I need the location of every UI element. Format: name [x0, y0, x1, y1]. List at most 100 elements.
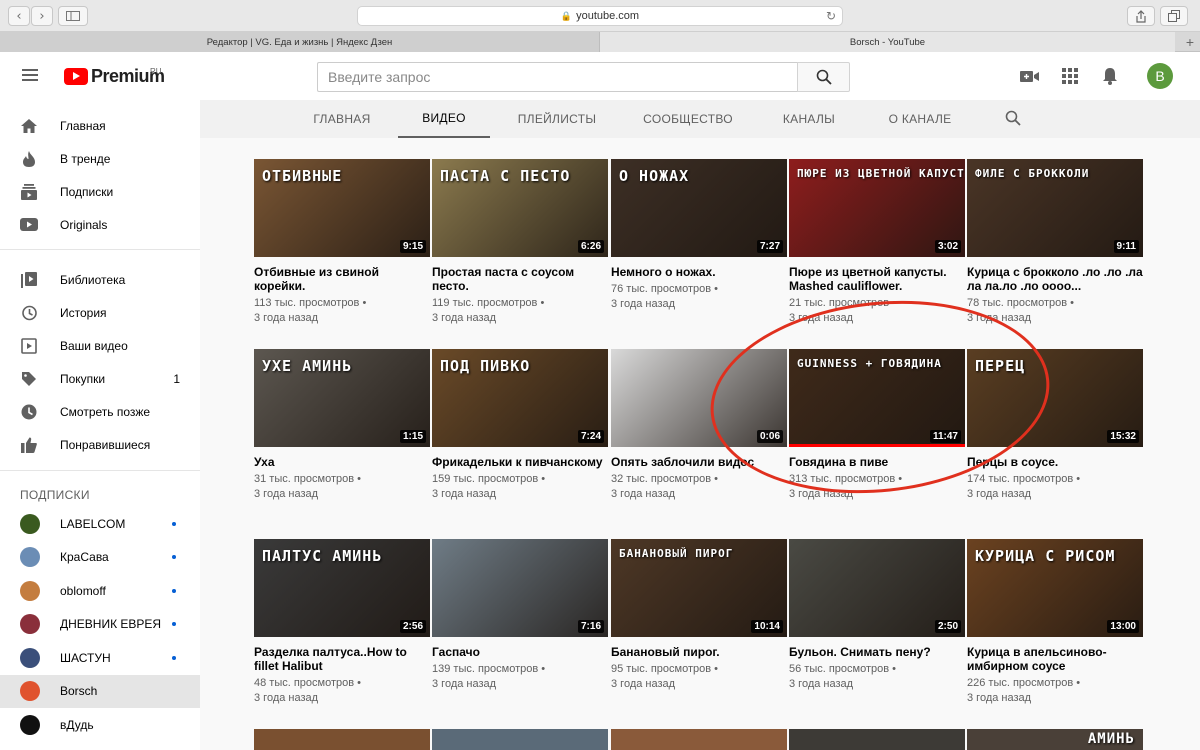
video-age: 3 года назад: [611, 298, 676, 310]
sidebar-item-library[interactable]: Библиотека: [0, 263, 200, 296]
sidebar-item-trending[interactable]: В тренде: [0, 142, 200, 175]
video-card[interactable]: [432, 729, 608, 750]
video-card[interactable]: КУРИЦА С РИСОМ 13:00 Курица в апельсиново-…: [967, 539, 1143, 706]
subscription-item[interactable]: LABELCOM: [0, 507, 200, 540]
subscription-item[interactable]: Borsch: [0, 674, 200, 708]
video-title[interactable]: Курица с брокколо .ло .ло .ла ла ла.ло .…: [967, 265, 1143, 293]
video-thumbnail[interactable]: 2:50: [789, 539, 965, 637]
tab-videos[interactable]: ВИДЕО: [398, 100, 490, 138]
video-title[interactable]: Гаспачо: [432, 645, 608, 659]
sidebar-item-liked[interactable]: Понравившиеся: [0, 428, 200, 461]
video-thumbnail[interactable]: УХЕ АМИНЬ 1:15: [254, 349, 430, 447]
tab-channels[interactable]: КАНАЛЫ: [774, 100, 844, 138]
video-thumbnail[interactable]: ПЕРЕЦ 15:32: [967, 349, 1143, 447]
video-card[interactable]: ПАЛТУС АМИНЬ 2:56 Разделка палтуса..How to…: [254, 539, 430, 706]
video-thumbnail[interactable]: ПАСТА С ПЕСТО 6:26: [432, 159, 608, 257]
video-age: 3 года назад: [432, 312, 497, 324]
subscription-item[interactable]: ШАСТУН: [0, 641, 200, 674]
video-title[interactable]: Разделка палтуса..How to fillet Halibut: [254, 645, 430, 673]
sidebar-item-subscriptions[interactable]: Подписки: [0, 175, 200, 208]
video-card[interactable]: 7:16 Гаспачо 139 тыс. просмотров • 3 года н…: [432, 539, 608, 692]
channel-search-icon[interactable]: [1005, 110, 1021, 131]
sidebar-item-your-videos[interactable]: Ваши видео: [0, 329, 200, 362]
sidebar-toggle-button[interactable]: [58, 6, 88, 26]
video-title[interactable]: Отбивные из свиной корейки.: [254, 265, 430, 293]
video-card[interactable]: ПАСТА С ПЕСТО 6:26 Простая паста с соусом …: [432, 159, 608, 326]
video-title[interactable]: Курица в апельсиново-имбирном соусе: [967, 645, 1143, 673]
video-thumbnail[interactable]: [254, 729, 430, 750]
video-card[interactable]: 2:50 Бульон. Снимать пену? 56 тыс. просмот…: [789, 539, 965, 692]
video-title[interactable]: Говядина в пиве: [789, 455, 965, 469]
video-thumbnail[interactable]: О НОЖАХ 7:27: [611, 159, 787, 257]
subscription-item[interactable]: ДНЕВНИК ЕВРЕЯ: [0, 608, 200, 641]
new-tab-icon[interactable]: +: [1186, 34, 1194, 50]
video-title[interactable]: Бульон. Снимать пену?: [789, 645, 965, 659]
video-card[interactable]: 0:06 Опять заблочили видос 32 тыс. просмот…: [611, 349, 787, 502]
video-card[interactable]: УХЕ АМИНЬ 1:15 Уха 31 тыс. просмотров • 3 го…: [254, 349, 430, 502]
tabs-overview-button[interactable]: [1160, 6, 1188, 26]
subscription-item[interactable]: КраСава: [0, 541, 200, 574]
video-thumbnail[interactable]: БАНАНОВЫЙ ПИРОГ 10:14: [611, 539, 787, 637]
sidebar-item-watch-later[interactable]: Смотреть позже: [0, 395, 200, 428]
thumbnail-overlay-text: О НОЖАХ: [619, 167, 690, 185]
back-button[interactable]: ‹: [8, 6, 30, 26]
video-thumbnail[interactable]: [611, 729, 787, 750]
menu-icon[interactable]: [22, 69, 38, 81]
video-card[interactable]: ОТБИВНЫЕ 9:15 Отбивные из свиной корейки. 1…: [254, 159, 430, 326]
tab-community[interactable]: СООБЩЕСТВО: [636, 100, 740, 138]
search-input[interactable]: [317, 62, 797, 92]
video-card[interactable]: GUINNESS + ГОВЯДИНА 11:47 Говядина в пиве 3…: [789, 349, 965, 502]
video-card[interactable]: БАНАНОВЫЙ ПИРОГ 10:14 Банановый пирог. 95 т…: [611, 539, 787, 692]
video-card[interactable]: [789, 729, 965, 750]
tab-about[interactable]: О КАНАЛЕ: [880, 100, 960, 138]
video-title[interactable]: Перцы в соусе.: [967, 455, 1143, 469]
video-title[interactable]: Опять заблочили видос: [611, 455, 787, 469]
apps-icon[interactable]: [1060, 66, 1080, 86]
video-title[interactable]: Уха: [254, 455, 430, 469]
video-thumbnail[interactable]: GUINNESS + ГОВЯДИНА 11:47: [789, 349, 965, 447]
reload-icon[interactable]: ↻: [826, 9, 836, 23]
sidebar-item-originals[interactable]: Originals: [0, 208, 200, 241]
tabs-icon: [1168, 10, 1180, 22]
address-bar[interactable]: 🔒 youtube.com ↻: [357, 6, 843, 26]
video-thumbnail[interactable]: ФИЛЕ С БРОККОЛИ 9:11: [967, 159, 1143, 257]
video-card[interactable]: ПЮРЕ ИЗ ЦВЕТНОЙ КАПУСТЫ 3:02 Пюре из цветн…: [789, 159, 965, 326]
video-title[interactable]: Простая паста с соусом песто.: [432, 265, 608, 293]
create-video-icon[interactable]: [1020, 66, 1040, 86]
account-avatar[interactable]: B: [1147, 63, 1173, 89]
video-thumbnail[interactable]: ПАЛТУС АМИНЬ 2:56: [254, 539, 430, 637]
tab-playlists[interactable]: ПЛЕЙЛИСТЫ: [510, 100, 604, 138]
sidebar-item-home[interactable]: Главная: [0, 109, 200, 142]
video-card[interactable]: О НОЖАХ 7:27 Немного о ножах. 76 тыс. просм…: [611, 159, 787, 312]
subscription-item[interactable]: вДудь: [0, 708, 200, 741]
browser-tab[interactable]: Редактор | VG. Еда и жизнь | Яндекс Дзен: [0, 32, 600, 52]
video-thumbnail[interactable]: 0:06: [611, 349, 787, 447]
video-thumbnail[interactable]: ОТБИВНЫЕ 9:15: [254, 159, 430, 257]
video-thumbnail[interactable]: КУРИЦА С РИСОМ 13:00: [967, 539, 1143, 637]
subscription-item[interactable]: oblomoff: [0, 574, 200, 607]
sidebar-item-history[interactable]: История: [0, 296, 200, 329]
browser-tab-active[interactable]: Borsch - YouTube: [600, 32, 1175, 52]
sidebar-item-purchases[interactable]: Покупки 1: [0, 362, 200, 395]
share-button[interactable]: [1127, 6, 1155, 26]
video-card[interactable]: ПЕРЕЦ 15:32 Перцы в соусе. 174 тыс. просмот…: [967, 349, 1143, 502]
video-card[interactable]: [611, 729, 787, 750]
video-thumbnail[interactable]: [789, 729, 965, 750]
video-title[interactable]: Немного о ножах.: [611, 265, 787, 279]
video-card[interactable]: [254, 729, 430, 750]
video-card[interactable]: ФИЛЕ С БРОККОЛИ 9:11 Курица с брокколо .ло…: [967, 159, 1143, 326]
video-thumbnail[interactable]: АМИНЬ: [967, 729, 1143, 750]
video-thumbnail[interactable]: 7:16: [432, 539, 608, 637]
search-button[interactable]: [797, 62, 850, 92]
video-thumbnail[interactable]: ПОД ПИВКО 7:24: [432, 349, 608, 447]
video-title[interactable]: Фрикадельки к пивчанскому: [432, 455, 608, 469]
video-thumbnail[interactable]: ПЮРЕ ИЗ ЦВЕТНОЙ КАПУСТЫ 3:02: [789, 159, 965, 257]
notifications-icon[interactable]: [1100, 66, 1120, 86]
tab-home[interactable]: ГЛАВНАЯ: [306, 100, 378, 138]
video-title[interactable]: Банановый пирог.: [611, 645, 787, 659]
video-card[interactable]: АМИНЬ: [967, 729, 1143, 750]
video-thumbnail[interactable]: [432, 729, 608, 750]
video-card[interactable]: ПОД ПИВКО 7:24 Фрикадельки к пивчанскому 15…: [432, 349, 608, 502]
video-title[interactable]: Пюре из цветной капусты. Mashed cauliflo…: [789, 265, 965, 293]
forward-button[interactable]: ›: [31, 6, 53, 26]
